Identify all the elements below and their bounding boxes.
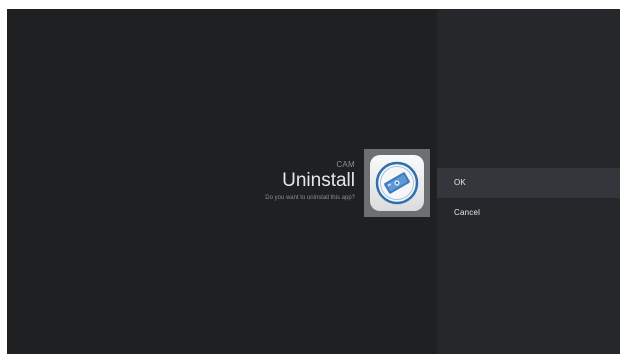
ok-button[interactable]: OK bbox=[437, 168, 620, 198]
tv-screen: CAM Uninstall Do you want to uninstall t… bbox=[7, 9, 620, 354]
camera-ticket-icon bbox=[375, 161, 419, 205]
camera-app-icon bbox=[370, 155, 424, 211]
app-name: CAM bbox=[336, 160, 355, 169]
dialog-info: CAM Uninstall Do you want to uninstall t… bbox=[265, 160, 355, 202]
cancel-button[interactable]: Cancel bbox=[437, 198, 620, 228]
app-icon-tile bbox=[364, 149, 430, 217]
dialog-question: Do you want to uninstall this app? bbox=[265, 195, 355, 201]
dialog-title: Uninstall bbox=[282, 170, 355, 191]
options-list: OK Cancel bbox=[437, 168, 620, 228]
